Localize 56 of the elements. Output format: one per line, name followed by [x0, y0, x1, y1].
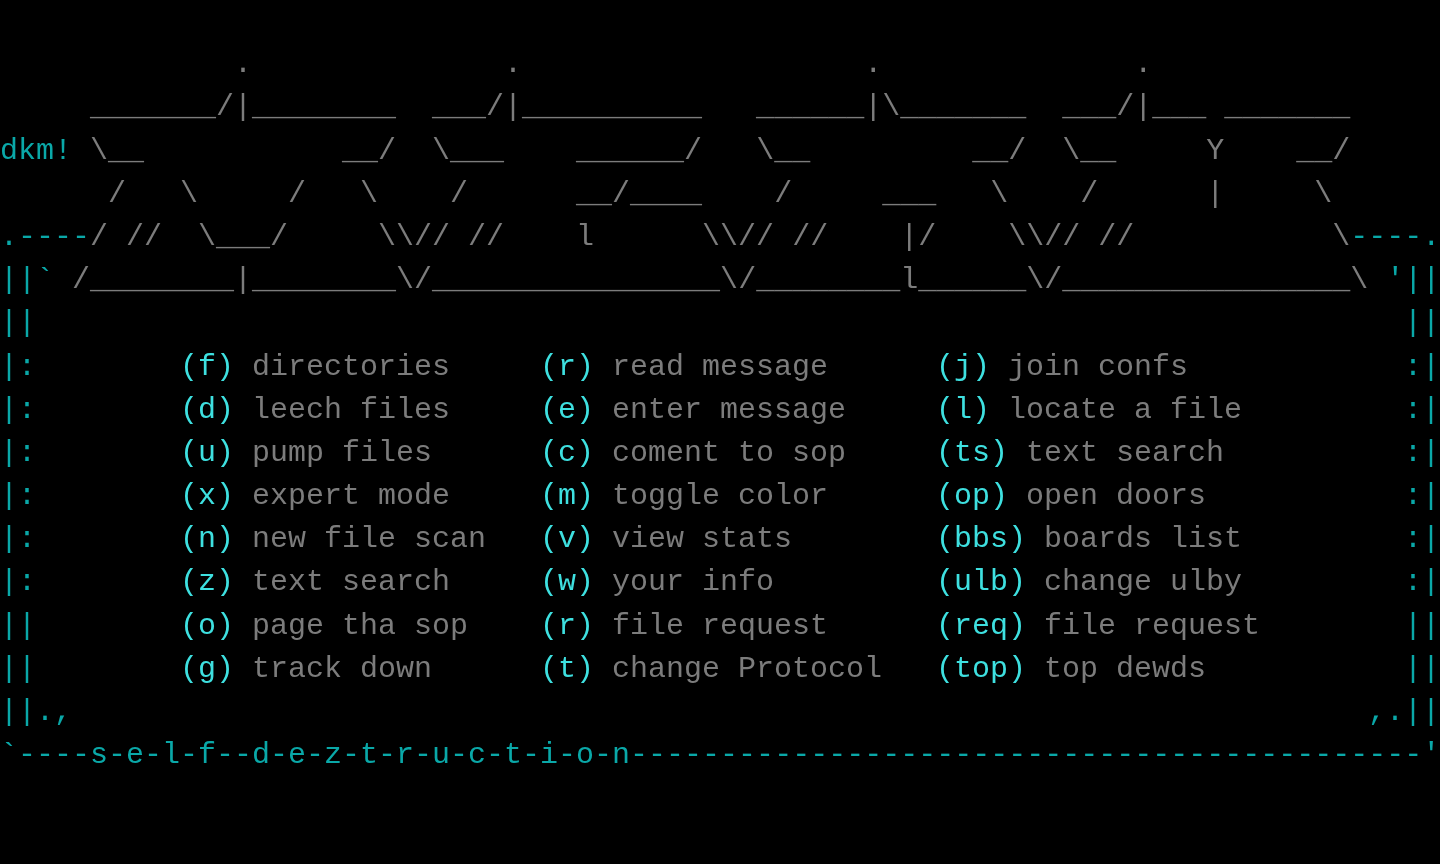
menu-option[interactable]: (bbs) boards list — [936, 522, 1243, 557]
frame-border: || — [1404, 650, 1440, 688]
menu-option[interactable]: (r) file request — [540, 608, 829, 643]
frame-border: ----. — [1350, 218, 1440, 256]
frame-border: |: — [0, 349, 36, 384]
frame-border: :| — [1404, 521, 1440, 559]
menu-option[interactable]: (x) expert mode — [180, 479, 451, 514]
frame-border: :| — [1404, 478, 1440, 516]
menu-option[interactable]: (ts) text search — [936, 435, 1225, 470]
ascii-logo-line: / \ / \ / __/____ / ___ \ / | \ — [107, 175, 1333, 213]
frame-border: .---- — [0, 218, 90, 256]
frame-border: :| — [1404, 564, 1440, 602]
frame-border: '|| — [1386, 262, 1440, 300]
frame-border: ||., — [0, 695, 72, 729]
menu-option[interactable]: (o) page tha sop — [180, 608, 469, 643]
frame-border: :| — [1404, 434, 1440, 472]
frame-border: || — [0, 608, 36, 643]
frame-border: |: — [0, 522, 36, 557]
menu-option[interactable]: (g) track down — [180, 651, 433, 686]
frame-border: ||` — [0, 262, 54, 300]
menu-option[interactable]: (j) join confs — [936, 349, 1189, 384]
ascii-logo-line: \__ __/ \___ ______/ \__ __/ \__ Y __/ — [89, 132, 1351, 170]
menu-option[interactable]: (r) read message — [540, 349, 829, 384]
frame-border: :| — [1404, 348, 1440, 386]
ascii-logo-line: / // \___/ \\// // l \\// // |/ \\// // \ — [90, 218, 1351, 256]
frame-border: |: — [0, 435, 36, 470]
menu-option[interactable]: (f) directories — [180, 349, 451, 384]
menu-option[interactable]: (u) pump files — [180, 435, 433, 470]
frame-border: `----s-e-l-f--d-e-z-t-r-u-c-t-i-o-n--------------------------------------------' — [0, 737, 1440, 775]
menu-option[interactable]: (e) enter message — [540, 392, 847, 427]
frame-border: || — [0, 306, 36, 341]
menu-option[interactable]: (m) toggle color — [540, 479, 829, 514]
frame-border: :| — [1404, 391, 1440, 429]
menu-option[interactable]: (n) new file scan — [180, 522, 487, 557]
frame-border: |: — [0, 392, 36, 427]
artist-tag: dkm! — [0, 129, 72, 173]
menu-option[interactable]: (v) view stats — [540, 522, 793, 557]
menu-option[interactable]: (ulb) change ulby — [936, 565, 1243, 600]
menu-option[interactable]: (op) open doors — [936, 479, 1207, 514]
menu-option[interactable]: (d) leech files — [180, 392, 451, 427]
menu-option[interactable]: (w) your info — [540, 565, 775, 600]
frame-border: ,.|| — [1368, 694, 1440, 731]
ascii-logo-line: . . . . — [233, 46, 1153, 84]
ascii-logo-line: _______/|________ ___/|__________ ______|\_______ ___/|___ _______ — [89, 89, 1351, 127]
menu-option[interactable]: (req) file request — [936, 608, 1261, 643]
frame-border: |: — [0, 565, 36, 600]
frame-border: || — [0, 651, 36, 686]
menu-option[interactable]: (l) locate a file — [936, 392, 1243, 427]
frame-border: |: — [0, 479, 36, 514]
menu-option[interactable]: (t) change Protocol — [540, 651, 883, 686]
frame-border: || — [1404, 305, 1440, 343]
menu-option[interactable]: (top) top dewds — [936, 651, 1207, 686]
menu-option[interactable]: (c) coment to sop — [540, 435, 847, 470]
frame-border: || — [1404, 607, 1440, 645]
menu-option[interactable]: (z) text search — [180, 565, 451, 600]
ascii-logo-line: /________|________\/________________\/________l______\/________________\ — [71, 262, 1370, 300]
